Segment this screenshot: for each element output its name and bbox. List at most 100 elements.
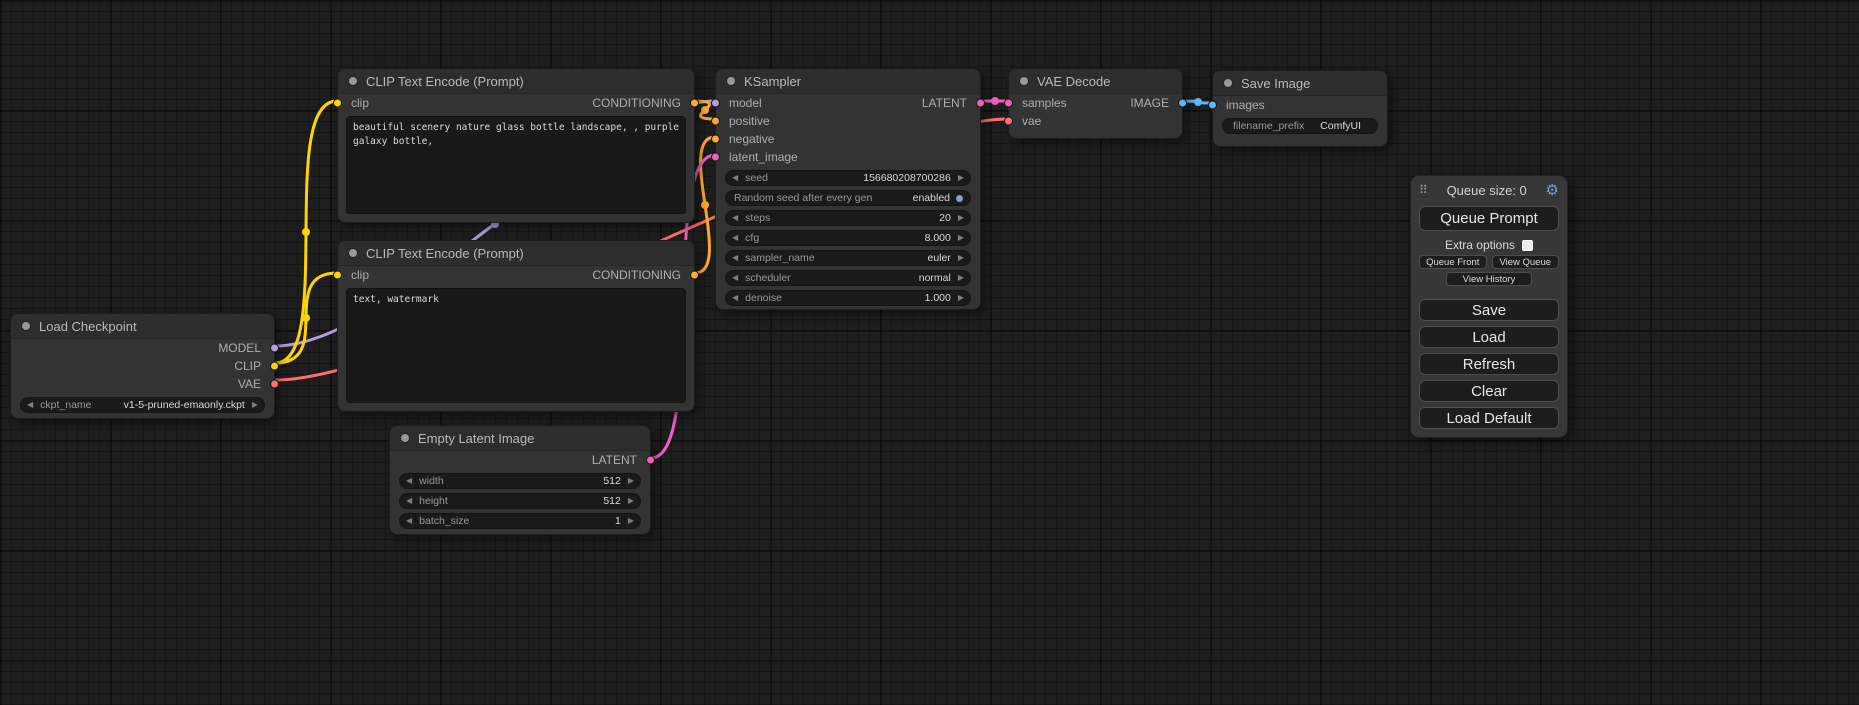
output-slot-model[interactable]: [270, 344, 279, 353]
output-slot-conditioning[interactable]: [690, 271, 699, 280]
collapse-dot-icon[interactable]: [21, 321, 31, 331]
toggle-dot-icon[interactable]: [955, 194, 964, 203]
view-history-button[interactable]: View History: [1446, 272, 1533, 286]
node-ksampler[interactable]: KSampler model LATENT positive negative …: [715, 68, 981, 310]
clear-button[interactable]: Clear: [1419, 380, 1559, 402]
save-button[interactable]: Save: [1419, 299, 1559, 321]
load-button[interactable]: Load: [1419, 326, 1559, 348]
node-title: VAE Decode: [1037, 74, 1110, 89]
input-label-clip: clip: [351, 96, 369, 110]
increment-arrow-icon[interactable]: ▶: [958, 174, 964, 182]
widget-batch-size[interactable]: ◀ batch_size 1 ▶: [399, 513, 641, 529]
decrement-arrow-icon[interactable]: ◀: [732, 234, 738, 242]
widget-filename-prefix[interactable]: filename_prefix ComfyUI: [1222, 118, 1378, 134]
input-slot-vae[interactable]: [1004, 117, 1013, 126]
widget-scheduler[interactable]: ◀ scheduler normal ▶: [725, 270, 971, 286]
node-title-bar[interactable]: CLIP Text Encode (Prompt): [338, 69, 694, 94]
settings-gear-icon[interactable]: ⚙: [1546, 181, 1559, 199]
decrement-arrow-icon[interactable]: ◀: [732, 294, 738, 302]
widget-seed[interactable]: ◀ seed 156680208700286 ▶: [725, 170, 971, 186]
node-title: CLIP Text Encode (Prompt): [366, 246, 524, 261]
decrement-arrow-icon[interactable]: ◀: [27, 401, 33, 409]
widget-steps[interactable]: ◀ steps 20 ▶: [725, 210, 971, 226]
node-clip-text-encode-positive[interactable]: CLIP Text Encode (Prompt) clip CONDITION…: [337, 68, 695, 223]
output-row: CLIP: [11, 357, 274, 375]
node-vae-decode[interactable]: VAE Decode samples IMAGE vae: [1008, 68, 1183, 139]
input-slot-clip[interactable]: [333, 271, 342, 280]
node-title-bar[interactable]: Load Checkpoint: [11, 314, 274, 339]
node-title-bar[interactable]: VAE Decode: [1009, 69, 1182, 94]
increment-arrow-icon[interactable]: ▶: [252, 401, 258, 409]
view-queue-button[interactable]: View Queue: [1492, 255, 1560, 269]
decrement-arrow-icon[interactable]: ◀: [732, 214, 738, 222]
output-slot-vae[interactable]: [270, 380, 279, 389]
input-slot-latent-image[interactable]: [711, 153, 720, 162]
widget-value: euler: [927, 252, 950, 264]
input-slot-model[interactable]: [711, 99, 720, 108]
widget-random-seed-toggle[interactable]: Random seed after every gen enabled: [725, 190, 971, 206]
input-slot-images[interactable]: [1208, 101, 1217, 110]
node-empty-latent-image[interactable]: Empty Latent Image LATENT ◀ width 512 ▶ …: [389, 425, 651, 535]
node-load-checkpoint[interactable]: Load Checkpoint MODEL CLIP VAE ◀ ckpt_na…: [10, 313, 275, 419]
node-clip-text-encode-negative[interactable]: CLIP Text Encode (Prompt) clip CONDITION…: [337, 240, 695, 412]
decrement-arrow-icon[interactable]: ◀: [732, 274, 738, 282]
output-slot-clip[interactable]: [270, 362, 279, 371]
increment-arrow-icon[interactable]: ▶: [958, 234, 964, 242]
output-label-latent: LATENT: [592, 453, 637, 467]
increment-arrow-icon[interactable]: ▶: [958, 274, 964, 282]
drag-handle-icon[interactable]: ⠿: [1419, 183, 1428, 197]
output-slot-image[interactable]: [1178, 99, 1187, 108]
node-title-bar[interactable]: Empty Latent Image: [390, 426, 650, 451]
decrement-arrow-icon[interactable]: ◀: [406, 477, 412, 485]
decrement-arrow-icon[interactable]: ◀: [406, 517, 412, 525]
widget-sampler-name[interactable]: ◀ sampler_name euler ▶: [725, 250, 971, 266]
input-slot-negative[interactable]: [711, 135, 720, 144]
prompt-textarea[interactable]: beautiful scenery nature glass bottle la…: [346, 116, 686, 214]
widget-cfg[interactable]: ◀ cfg 8.000 ▶: [725, 230, 971, 246]
increment-arrow-icon[interactable]: ▶: [628, 497, 634, 505]
input-slot-positive[interactable]: [711, 117, 720, 126]
increment-arrow-icon[interactable]: ▶: [958, 294, 964, 302]
collapse-dot-icon[interactable]: [726, 76, 736, 86]
widget-ckpt-name[interactable]: ◀ ckpt_name v1-5-pruned-emaonly.ckpt ▶: [20, 397, 265, 413]
increment-arrow-icon[interactable]: ▶: [628, 517, 634, 525]
node-title-bar[interactable]: CLIP Text Encode (Prompt): [338, 241, 694, 266]
increment-arrow-icon[interactable]: ▶: [628, 477, 634, 485]
node-title-bar[interactable]: KSampler: [716, 69, 980, 94]
queue-prompt-button[interactable]: Queue Prompt: [1419, 206, 1559, 231]
collapse-dot-icon[interactable]: [1019, 76, 1029, 86]
output-slot-latent[interactable]: [646, 456, 655, 465]
increment-arrow-icon[interactable]: ▶: [958, 254, 964, 262]
extra-options-checkbox[interactable]: [1522, 240, 1533, 251]
output-slot-latent[interactable]: [976, 99, 985, 108]
input-slot-clip[interactable]: [333, 99, 342, 108]
slot-row: latent_image: [716, 148, 980, 166]
output-slot-conditioning[interactable]: [690, 99, 699, 108]
increment-arrow-icon[interactable]: ▶: [958, 214, 964, 222]
input-label-clip: clip: [351, 268, 369, 282]
widget-denoise[interactable]: ◀ denoise 1.000 ▶: [725, 290, 971, 306]
refresh-button[interactable]: Refresh: [1419, 353, 1559, 375]
widget-height[interactable]: ◀ height 512 ▶: [399, 493, 641, 509]
node-canvas[interactable]: Load Checkpoint MODEL CLIP VAE ◀ ckpt_na…: [0, 0, 1859, 705]
input-label-images: images: [1226, 98, 1265, 112]
collapse-dot-icon[interactable]: [1223, 78, 1233, 88]
extra-options-row: Extra options: [1411, 238, 1567, 252]
prompt-textarea[interactable]: text, watermark: [346, 288, 686, 403]
node-save-image[interactable]: Save Image images filename_prefix ComfyU…: [1212, 70, 1388, 147]
load-default-button[interactable]: Load Default: [1419, 407, 1559, 429]
decrement-arrow-icon[interactable]: ◀: [732, 254, 738, 262]
output-row: VAE: [11, 375, 274, 393]
widget-width[interactable]: ◀ width 512 ▶: [399, 473, 641, 489]
collapse-dot-icon[interactable]: [348, 76, 358, 86]
collapse-dot-icon[interactable]: [400, 433, 410, 443]
decrement-arrow-icon[interactable]: ◀: [732, 174, 738, 182]
queue-front-button[interactable]: Queue Front: [1419, 255, 1487, 269]
output-label-vae: VAE: [238, 377, 261, 391]
decrement-arrow-icon[interactable]: ◀: [406, 497, 412, 505]
input-slot-samples[interactable]: [1004, 99, 1013, 108]
widget-value: 512: [603, 475, 621, 487]
node-title: Save Image: [1241, 76, 1310, 91]
node-title-bar[interactable]: Save Image: [1213, 71, 1387, 96]
collapse-dot-icon[interactable]: [348, 248, 358, 258]
